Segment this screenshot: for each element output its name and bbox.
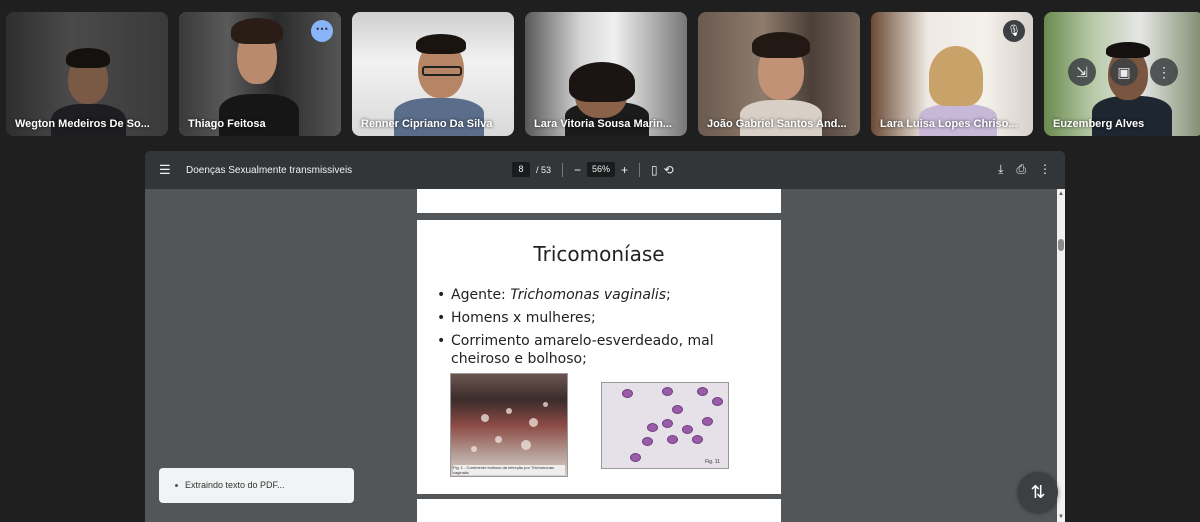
participant-name: Thiago Feitosa (188, 118, 266, 130)
page-controls: 8 / 53 − 56% + ▯ ⟲ (512, 162, 674, 177)
pdf-viewer: ☰ Doenças Sexualmente transmissiveis 8 /… (145, 151, 1065, 522)
slide-bullets: Agente: Trichomonas vaginalis; Homens x … (437, 286, 767, 373)
frame-icon[interactable]: ▣ (1110, 58, 1138, 86)
divider (639, 162, 641, 177)
participant-tile[interactable]: 🎙 Lara Luisa Lopes Chriso... (871, 12, 1033, 136)
participant-tile[interactable]: Lara Vitoria Sousa Marin... (525, 12, 687, 136)
scroll-up-icon[interactable]: ▲ (1058, 191, 1064, 197)
discharge-photo: Fig. 1 - Corrimento bolhoso da infecção … (450, 373, 568, 477)
more-options-icon[interactable]: ⋯ (311, 20, 333, 42)
scrollbar[interactable]: ▲ ▼ (1057, 189, 1065, 522)
participant-name: Lara Vitoria Sousa Marin... (534, 118, 672, 130)
participant-tile[interactable]: Wegton Medeiros De So... (6, 12, 168, 136)
meeting-stage: Wegton Medeiros De So... ⋯ Thiago Feitos… (0, 0, 1200, 522)
participant-name: Wegton Medeiros De So... (15, 118, 150, 130)
pdf-page-next (417, 499, 781, 522)
participant-tile[interactable]: ⇲ ▣ ⋮ Euzemberg Alves (1044, 12, 1200, 136)
toolbar-actions: ⤓ ⎙ ⋮ (998, 162, 1051, 177)
page-number-input[interactable]: 8 (512, 162, 530, 177)
document-title: Doenças Sexualmente transmissiveis (186, 164, 353, 176)
participant-tile[interactable]: Renner Cipriano Da Silva (352, 12, 514, 136)
divider (562, 162, 564, 177)
rotate-icon[interactable]: ⟲ (664, 163, 674, 177)
bullet-item: Homens x mulheres; (437, 309, 767, 327)
slide-title: Tricomoníase (533, 242, 665, 266)
participant-name: João Gabriel Santos And... (707, 118, 847, 130)
pdf-page: Tricomoníase Agente: Trichomonas vaginal… (417, 220, 781, 494)
more-vert-icon[interactable]: ⋮ (1150, 58, 1178, 86)
spinner-icon (175, 484, 178, 488)
microscopy-image: Fig. 11 (601, 382, 729, 469)
swap-icon[interactable]: ⇅ (1018, 472, 1058, 512)
menu-icon[interactable]: ☰ (159, 162, 173, 178)
participant-strip: Wegton Medeiros De So... ⋯ Thiago Feitos… (6, 12, 1200, 136)
mic-off-icon: 🎙 (1003, 20, 1025, 42)
print-icon[interactable]: ⎙ (1016, 162, 1026, 177)
more-vert-icon[interactable]: ⋮ (1039, 162, 1051, 177)
pdf-toolbar: ☰ Doenças Sexualmente transmissiveis 8 /… (145, 151, 1065, 189)
figure-caption: Fig. 1 - Corrimento bolhoso da infecção … (453, 465, 565, 475)
participant-name: Lara Luisa Lopes Chriso... (880, 118, 1018, 130)
zoom-out-icon[interactable]: − (574, 163, 581, 177)
extracting-toast: Extraindo texto do PDF... (159, 468, 354, 503)
page-total: / 53 (536, 164, 552, 175)
participant-tile-active[interactable]: ⋯ Thiago Feitosa (179, 12, 341, 136)
participant-name: Renner Cipriano Da Silva (361, 118, 493, 130)
zoom-in-icon[interactable]: + (621, 163, 628, 177)
zoom-input[interactable]: 56% (587, 162, 616, 177)
pin-icon[interactable]: ⇲ (1068, 58, 1096, 86)
scroll-thumb[interactable] (1058, 239, 1064, 251)
scroll-down-icon[interactable]: ▼ (1058, 514, 1064, 520)
download-icon[interactable]: ⤓ (998, 162, 1003, 177)
pdf-page-previous (417, 189, 781, 213)
fit-page-icon[interactable]: ▯ (651, 163, 658, 177)
participant-name: Euzemberg Alves (1053, 118, 1145, 130)
bullet-item: Corrimento amarelo-esverdeado, mal cheir… (437, 332, 767, 368)
participant-tile[interactable]: João Gabriel Santos And... (698, 12, 860, 136)
figure-caption: Fig. 11 (705, 459, 720, 465)
bullet-item: Agente: Trichomonas vaginalis; (437, 286, 767, 304)
